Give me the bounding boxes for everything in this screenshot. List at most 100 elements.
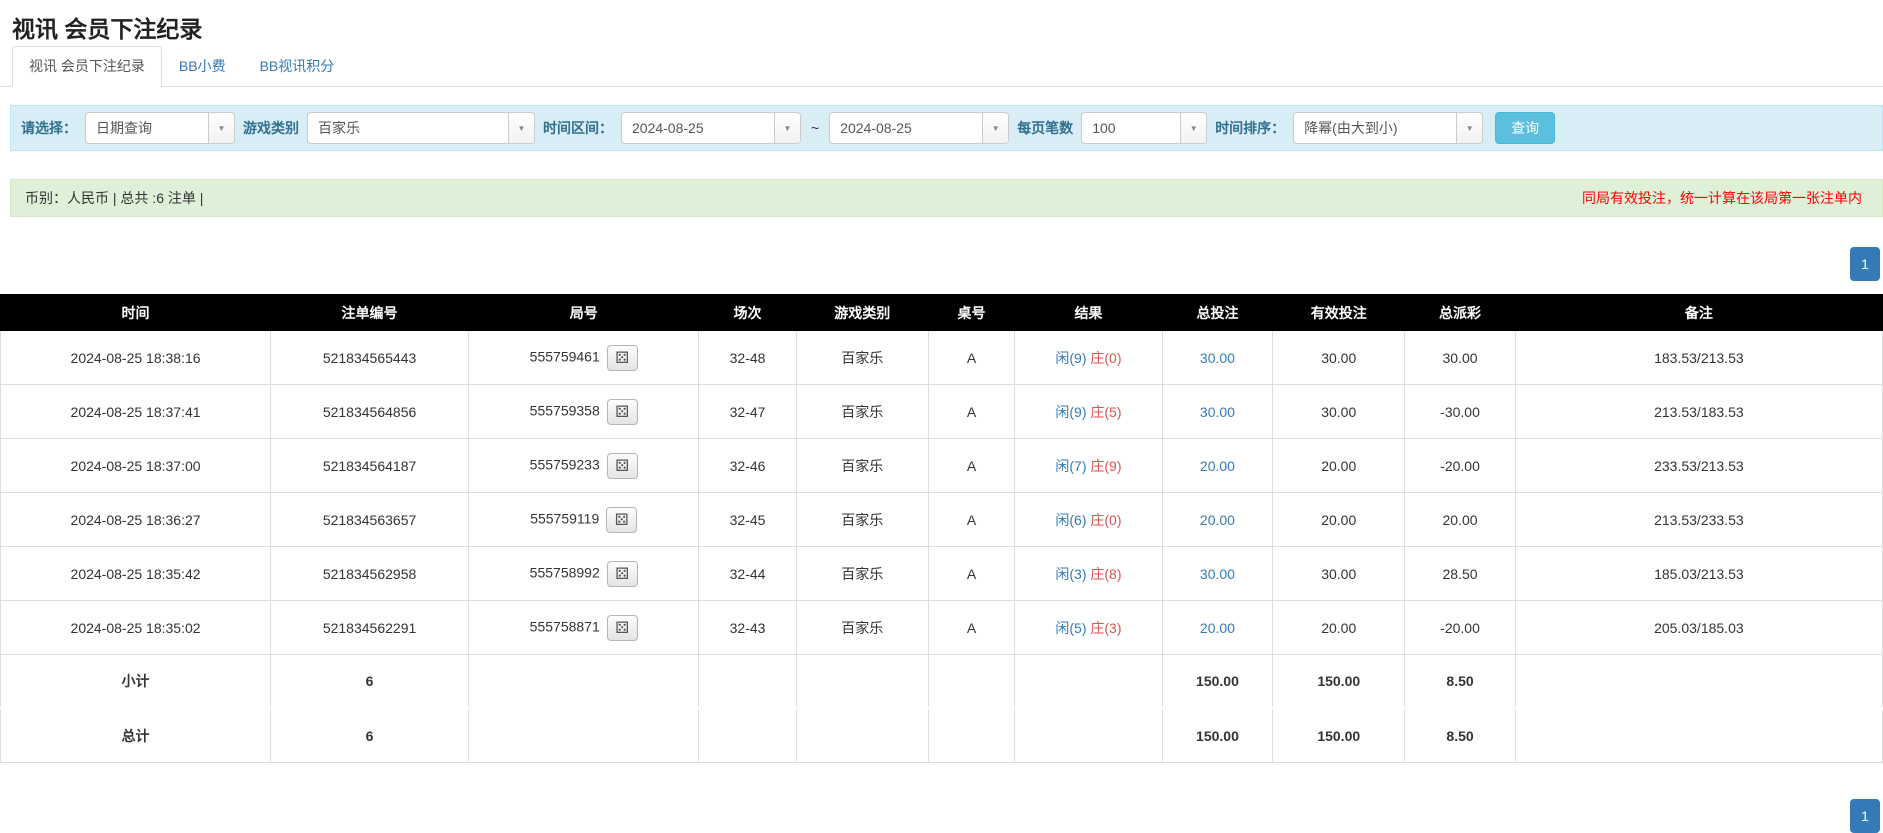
table-row: 2024-08-25 18:37:41 521834564856 5557593…: [1, 385, 1883, 439]
subtotal-row: 小计 6 150.00 150.00 8.50: [1, 655, 1883, 709]
cell-round-id: 555759358⚄: [469, 385, 699, 439]
cell-session: 32-44: [699, 547, 796, 601]
round-id-text: 555758992: [530, 564, 600, 580]
total-bet-link[interactable]: 30.00: [1200, 566, 1235, 582]
video-replay-button[interactable]: ⚄: [606, 507, 637, 533]
video-replay-button[interactable]: ⚄: [607, 561, 638, 587]
total-row: 总计 6 150.00 150.00 8.50: [1, 709, 1883, 763]
cell-valid-bet: 20.00: [1273, 439, 1405, 493]
table-row: 2024-08-25 18:38:16 521834565443 5557594…: [1, 331, 1883, 385]
cell-game: 百家乐: [796, 493, 928, 547]
date-to-select[interactable]: 2024-08-25 ▼: [829, 112, 1009, 144]
video-replay-button[interactable]: ⚄: [607, 615, 638, 641]
subtotal-valid-bet: 150.00: [1273, 655, 1405, 709]
table-row: 2024-08-25 18:36:27 521834563657 5557591…: [1, 493, 1883, 547]
header-result: 结果: [1015, 295, 1163, 331]
cell-valid-bet: 30.00: [1273, 331, 1405, 385]
cell-bet-id: 521834563657: [271, 493, 469, 547]
total-bet-link[interactable]: 30.00: [1200, 350, 1235, 366]
cell-payout: -20.00: [1405, 601, 1515, 655]
total-empty: [1015, 709, 1163, 763]
round-id-text: 555758871: [530, 618, 600, 634]
subtotal-empty: [796, 655, 928, 709]
result-player: 闲(3): [1055, 566, 1086, 582]
cell-valid-bet: 20.00: [1273, 601, 1405, 655]
video-replay-button[interactable]: ⚄: [607, 399, 638, 425]
cell-time: 2024-08-25 18:35:42: [1, 547, 271, 601]
total-bet-link[interactable]: 20.00: [1200, 620, 1235, 636]
dice-icon: ⚄: [615, 458, 629, 474]
cell-game: 百家乐: [796, 601, 928, 655]
result-banker: 庄(3): [1090, 620, 1121, 636]
time-sort-value: 降幂(由大到小): [1294, 118, 1456, 138]
chevron-down-icon: ▼: [982, 113, 1008, 143]
page-title: 视讯 会员下注纪录: [0, 0, 1883, 38]
date-range-separator: ~: [809, 120, 821, 136]
cell-result: 闲(9) 庄(5): [1015, 385, 1163, 439]
betting-records-table: 时间 注单编号 局号 场次 游戏类别 桌号 结果 总投注 有效投注 总派彩 备注…: [0, 294, 1883, 763]
cell-session: 32-43: [699, 601, 796, 655]
tab-bb-video-points[interactable]: BB视讯积分: [243, 46, 352, 87]
query-button[interactable]: 查询: [1495, 112, 1555, 144]
tab-bb-tips[interactable]: BB小费: [162, 46, 243, 87]
total-bet-link[interactable]: 20.00: [1200, 458, 1235, 474]
cell-table-no: A: [928, 493, 1014, 547]
total-bet-link[interactable]: 30.00: [1200, 404, 1235, 420]
query-type-select[interactable]: 日期查询 ▼: [85, 112, 235, 144]
result-player: 闲(9): [1055, 404, 1086, 420]
cell-time: 2024-08-25 18:37:00: [1, 439, 271, 493]
result-player: 闲(7): [1055, 458, 1086, 474]
dice-icon: ⚄: [615, 512, 629, 528]
cell-bet-id: 521834564187: [271, 439, 469, 493]
warning-text: 同局有效投注，统一计算在该局第一张注单内: [1582, 188, 1868, 208]
cell-payout: -20.00: [1405, 439, 1515, 493]
cell-payout: 28.50: [1405, 547, 1515, 601]
subtotal-empty: [1515, 655, 1882, 709]
cell-result: 闲(6) 庄(0): [1015, 493, 1163, 547]
cell-round-id: 555759461 ⚄: [469, 331, 699, 385]
cell-result: 闲(3) 庄(8): [1015, 547, 1163, 601]
page-1-button[interactable]: 1: [1850, 799, 1880, 833]
round-id-text: 555759233: [530, 456, 600, 472]
date-from-value: 2024-08-25: [622, 120, 774, 136]
page-size-select[interactable]: 100 ▼: [1081, 112, 1207, 144]
cell-time: 2024-08-25 18:37:41: [1, 385, 271, 439]
cell-remark: 183.53/213.53: [1515, 331, 1882, 385]
tab-betting-records[interactable]: 视讯 会员下注纪录: [12, 46, 162, 87]
round-id-text: 555759119: [530, 510, 599, 526]
header-remark: 备注: [1515, 295, 1882, 331]
cell-game: 百家乐: [796, 331, 928, 385]
cell-round-id: 555759119 ⚄: [469, 493, 699, 547]
cell-valid-bet: 30.00: [1273, 385, 1405, 439]
date-from-select[interactable]: 2024-08-25 ▼: [621, 112, 801, 144]
time-sort-select[interactable]: 降幂(由大到小) ▼: [1293, 112, 1483, 144]
game-category-select[interactable]: 百家乐 ▼: [307, 112, 535, 144]
total-bet-link[interactable]: 20.00: [1200, 512, 1235, 528]
total-count: 6: [271, 709, 469, 763]
cell-game: 百家乐: [796, 385, 928, 439]
result-player: 闲(6): [1055, 512, 1086, 528]
pagination-bottom: 1: [0, 799, 1880, 833]
cell-session: 32-45: [699, 493, 796, 547]
video-replay-button[interactable]: ⚄: [607, 453, 638, 479]
cell-table-no: A: [928, 601, 1014, 655]
result-player: 闲(9): [1055, 350, 1086, 366]
page-1-button[interactable]: 1: [1850, 247, 1880, 281]
tab-bar: 视讯 会员下注纪录 BB小费 BB视讯积分: [0, 46, 1883, 87]
chevron-down-icon: ▼: [774, 113, 800, 143]
header-session: 场次: [699, 295, 796, 331]
cell-remark: 233.53/213.53: [1515, 439, 1882, 493]
cell-table-no: A: [928, 547, 1014, 601]
cell-game: 百家乐: [796, 439, 928, 493]
subtotal-empty: [928, 655, 1014, 709]
round-id-text: 555759461: [530, 348, 600, 364]
total-total-bet: 150.00: [1162, 709, 1272, 763]
video-replay-button[interactable]: ⚄: [607, 345, 638, 371]
cell-table-no: A: [928, 331, 1014, 385]
result-banker: 庄(5): [1090, 404, 1121, 420]
page-size-value: 100: [1082, 120, 1180, 136]
dice-icon: ⚄: [615, 566, 629, 582]
filter-bar: 请选择： 日期查询 ▼ 游戏类别 百家乐 ▼ 时间区间： 2024-08-25 …: [10, 105, 1883, 151]
cell-result: 闲(7) 庄(9): [1015, 439, 1163, 493]
query-type-value: 日期查询: [86, 118, 208, 138]
